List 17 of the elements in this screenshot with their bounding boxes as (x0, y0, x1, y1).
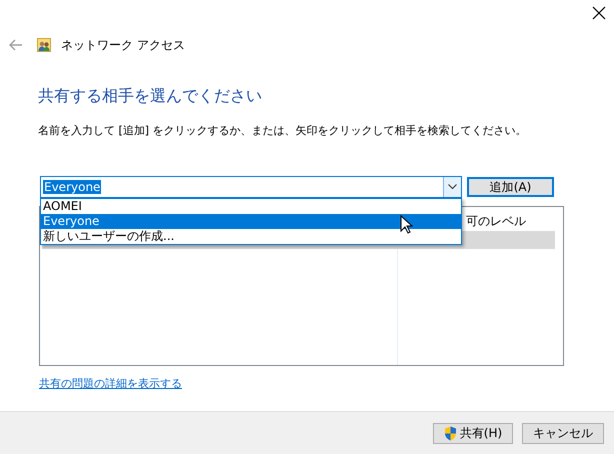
dropdown-option[interactable]: AOMEI (41, 199, 461, 214)
share-button[interactable]: 共有(H) (433, 422, 513, 444)
page-heading: 共有する相手を選んでください (38, 86, 263, 107)
users-icon (37, 38, 51, 52)
instruction-text: 名前を入力して [追加] をクリックするか、または、矢印をクリックして相手を検索してください。 (38, 123, 528, 138)
back-arrow-icon[interactable] (9, 39, 23, 51)
mouse-pointer-icon (400, 215, 413, 235)
close-icon[interactable] (592, 6, 606, 20)
window-title: ネットワーク アクセス (61, 36, 185, 54)
details-link[interactable]: 共有の問題の詳細を表示する (39, 376, 182, 391)
column-header[interactable]: 可のレベル (466, 211, 563, 231)
cancel-button[interactable]: キャンセル (522, 422, 604, 444)
shield-icon (444, 426, 457, 440)
dropdown-option[interactable]: 新しいユーザーの作成... (41, 229, 461, 244)
dropdown-option[interactable]: Everyone (41, 214, 461, 229)
chevron-down-icon[interactable] (448, 184, 457, 190)
add-button[interactable]: 追加(A) (467, 177, 554, 197)
